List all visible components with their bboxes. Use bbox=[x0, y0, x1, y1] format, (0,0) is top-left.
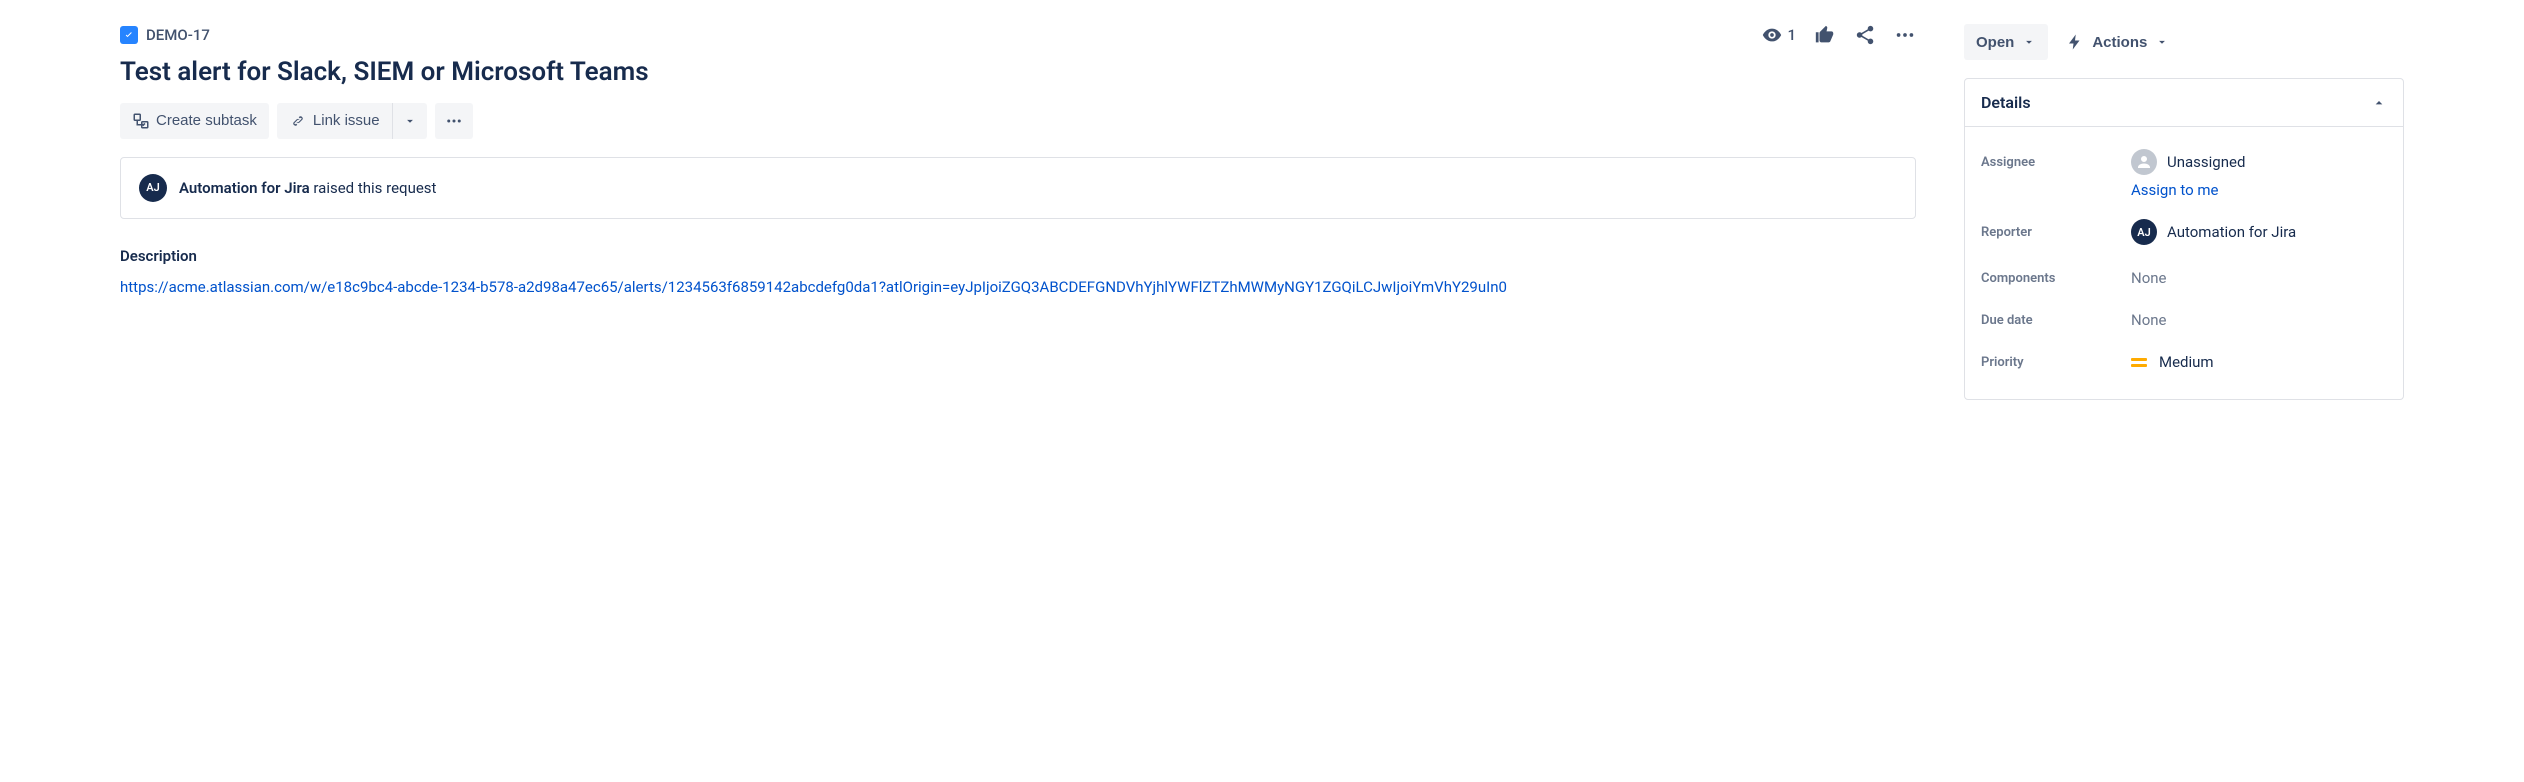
assignee-field[interactable]: Assignee Unassigned bbox=[1981, 137, 2387, 187]
description-link[interactable]: https://acme.atlassian.com/w/e18c9bc4-ab… bbox=[120, 278, 1507, 296]
priority-field[interactable]: Priority Medium bbox=[1981, 341, 2387, 383]
chevron-up-icon bbox=[2371, 95, 2387, 111]
share-button[interactable] bbox=[1854, 24, 1876, 46]
thumbs-up-icon bbox=[1814, 24, 1836, 46]
components-field[interactable]: Components None bbox=[1981, 257, 2387, 299]
watch-button[interactable]: 1 bbox=[1761, 24, 1796, 46]
issue-title[interactable]: Test alert for Slack, SIEM or Microsoft … bbox=[120, 56, 1916, 89]
issue-key[interactable]: DEMO-17 bbox=[146, 26, 210, 44]
priority-medium-icon bbox=[2131, 353, 2149, 371]
like-button[interactable] bbox=[1814, 24, 1836, 46]
link-issue-button[interactable]: Link issue bbox=[277, 103, 392, 139]
reporter-avatar: AJ bbox=[2131, 219, 2157, 245]
chevron-down-icon bbox=[2155, 35, 2169, 49]
eye-icon bbox=[1761, 24, 1783, 46]
details-panel: Details Assignee Unassigned Assign to me… bbox=[1964, 78, 2404, 400]
reporter-field[interactable]: Reporter AJ Automation for Jira bbox=[1981, 207, 2387, 257]
description-heading: Description bbox=[120, 247, 1916, 265]
actions-dropdown[interactable]: Actions bbox=[2062, 25, 2173, 59]
request-text: Automation for Jira raised this request bbox=[179, 179, 436, 197]
due-date-label: Due date bbox=[1981, 313, 2131, 328]
watch-count: 1 bbox=[1787, 26, 1796, 44]
status-dropdown[interactable]: Open bbox=[1964, 24, 2048, 60]
issue-type-icon bbox=[120, 26, 138, 44]
reporter-value: Automation for Jira bbox=[2167, 223, 2296, 241]
description-content: https://acme.atlassian.com/w/e18c9bc4-ab… bbox=[120, 275, 1916, 301]
subtask-icon bbox=[132, 112, 150, 130]
more-button[interactable] bbox=[1894, 24, 1916, 46]
unassigned-avatar-icon bbox=[2131, 149, 2157, 175]
request-author: Automation for Jira bbox=[179, 179, 310, 197]
request-suffix: raised this request bbox=[310, 179, 437, 197]
status-label: Open bbox=[1976, 34, 2014, 51]
priority-value: Medium bbox=[2159, 353, 2214, 371]
details-title: Details bbox=[1981, 93, 2031, 112]
lightning-icon bbox=[2066, 33, 2084, 51]
chevron-down-icon bbox=[403, 114, 417, 128]
create-subtask-button[interactable]: Create subtask bbox=[120, 103, 269, 139]
request-info-box: AJ Automation for Jira raised this reque… bbox=[120, 157, 1916, 219]
create-subtask-label: Create subtask bbox=[156, 112, 257, 129]
actions-label: Actions bbox=[2092, 34, 2147, 51]
due-date-field[interactable]: Due date None bbox=[1981, 299, 2387, 341]
requester-avatar: AJ bbox=[139, 174, 167, 202]
breadcrumb[interactable]: DEMO-17 bbox=[120, 26, 210, 44]
link-issue-label: Link issue bbox=[313, 112, 380, 129]
details-toggle[interactable]: Details bbox=[1965, 79, 2403, 127]
reporter-label: Reporter bbox=[1981, 225, 2131, 240]
assignee-label: Assignee bbox=[1981, 155, 2131, 170]
assignee-value: Unassigned bbox=[2167, 153, 2245, 171]
chevron-down-icon bbox=[2022, 35, 2036, 49]
link-issue-dropdown[interactable] bbox=[392, 103, 427, 139]
more-icon bbox=[445, 112, 463, 130]
priority-label: Priority bbox=[1981, 355, 2131, 370]
link-icon bbox=[289, 112, 307, 130]
assign-to-me-link[interactable]: Assign to me bbox=[2131, 181, 2387, 199]
more-actions-button[interactable] bbox=[435, 103, 473, 139]
share-icon bbox=[1854, 24, 1876, 46]
components-label: Components bbox=[1981, 271, 2131, 286]
more-icon bbox=[1894, 24, 1916, 46]
due-date-value: None bbox=[2131, 311, 2167, 329]
top-actions: 1 bbox=[1761, 24, 1916, 46]
components-value: None bbox=[2131, 269, 2167, 287]
